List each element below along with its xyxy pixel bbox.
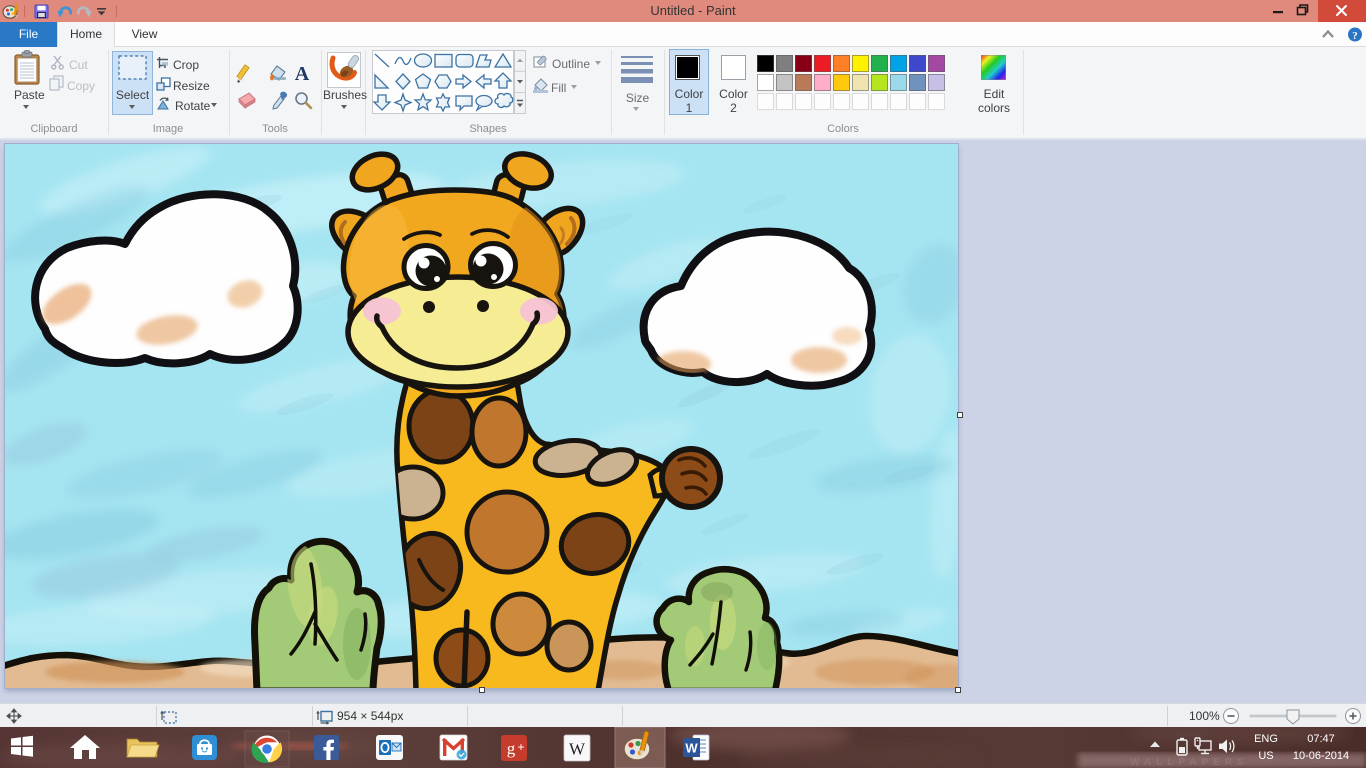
svg-text:+: + [517, 740, 524, 754]
svg-text:WALLPAPERS: WALLPAPERS [1130, 757, 1249, 768]
svg-text:W: W [569, 740, 586, 759]
svg-text:A: A [295, 63, 310, 85]
svg-text:W: W [685, 741, 698, 756]
svg-text:?: ? [1352, 30, 1358, 42]
svg-text:g: g [507, 739, 516, 758]
